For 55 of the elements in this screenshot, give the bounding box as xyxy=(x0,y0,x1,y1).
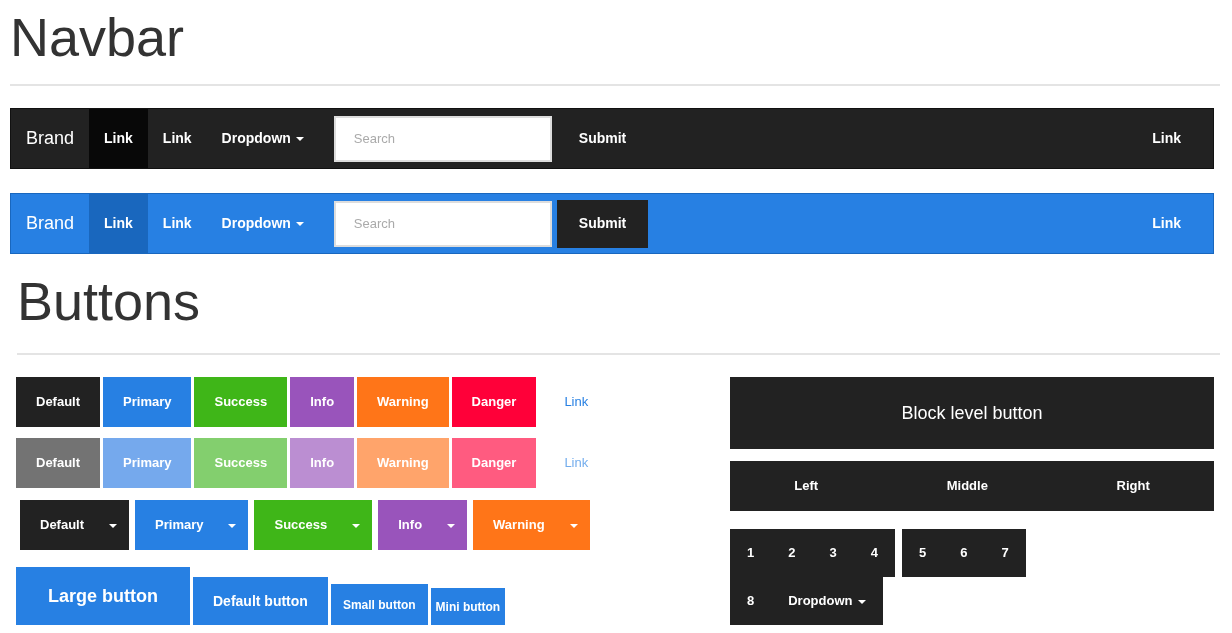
nav-link[interactable]: Dropdown xyxy=(206,194,319,253)
search-field[interactable]: Search xyxy=(333,200,552,247)
button[interactable]: Dropdown xyxy=(771,577,883,625)
nav-link[interactable]: Dropdown xyxy=(206,109,319,168)
search-field[interactable]: Search xyxy=(333,115,552,162)
section-heading: Navbar xyxy=(10,6,186,69)
dropdown-toggle-button[interactable] xyxy=(548,500,590,550)
caret-icon xyxy=(295,221,304,226)
link-button[interactable]: Link xyxy=(539,377,614,427)
caret-icon xyxy=(352,523,361,528)
submit-button[interactable]: Submit xyxy=(556,199,649,248)
nav-link[interactable]: Link xyxy=(1137,194,1213,253)
button[interactable]: Default xyxy=(20,500,89,550)
button[interactable]: 6 xyxy=(943,529,985,577)
button[interactable]: 2 xyxy=(771,529,813,577)
button[interactable]: 7 xyxy=(984,529,1026,577)
button[interactable]: 4 xyxy=(853,529,895,577)
nav-link[interactable]: Link xyxy=(89,194,148,253)
button[interactable]: 8 xyxy=(730,577,772,625)
button[interactable]: Mini button xyxy=(430,588,506,625)
caret-icon xyxy=(228,523,237,528)
dropdown-toggle-button[interactable] xyxy=(88,500,130,550)
button[interactable]: 5 xyxy=(901,529,944,577)
button[interactable]: 3 xyxy=(812,529,854,577)
caret-icon xyxy=(295,136,304,141)
caret-icon xyxy=(447,523,456,528)
button[interactable]: Warning xyxy=(357,377,449,427)
button[interactable]: Danger xyxy=(451,377,537,427)
button[interactable]: Info xyxy=(290,377,355,427)
caret-icon xyxy=(857,599,866,604)
dropdown-toggle-button[interactable] xyxy=(331,500,373,550)
dropdown-toggle-button[interactable] xyxy=(426,500,468,550)
button[interactable]: Default button xyxy=(193,577,328,625)
button[interactable]: Large button xyxy=(16,567,190,625)
button[interactable]: Success xyxy=(194,377,288,427)
section-heading: Buttons xyxy=(16,270,202,333)
nav-link[interactable]: Link xyxy=(147,194,207,253)
submit-button[interactable]: Submit xyxy=(556,114,649,163)
dropdown-toggle-button[interactable] xyxy=(207,500,249,550)
button[interactable]: Primary xyxy=(135,500,208,550)
nav-link[interactable]: Link xyxy=(89,109,148,168)
block-button[interactable]: Block level button xyxy=(730,377,1214,449)
button[interactable]: Info xyxy=(378,500,427,550)
button[interactable]: 1 xyxy=(730,529,772,577)
button[interactable]: Small button xyxy=(330,584,428,625)
nav-link[interactable]: Link xyxy=(147,109,207,168)
button[interactable]: Primary xyxy=(103,377,192,427)
caret-icon xyxy=(569,523,578,528)
button[interactable]: Default xyxy=(16,377,101,427)
brand-link[interactable]: Brand xyxy=(11,210,90,237)
nav-link[interactable]: Link xyxy=(1137,109,1213,168)
brand-link[interactable]: Brand xyxy=(11,125,90,152)
button[interactable]: Warning xyxy=(473,500,549,550)
button[interactable]: Success xyxy=(254,500,332,550)
caret-icon xyxy=(109,523,118,528)
